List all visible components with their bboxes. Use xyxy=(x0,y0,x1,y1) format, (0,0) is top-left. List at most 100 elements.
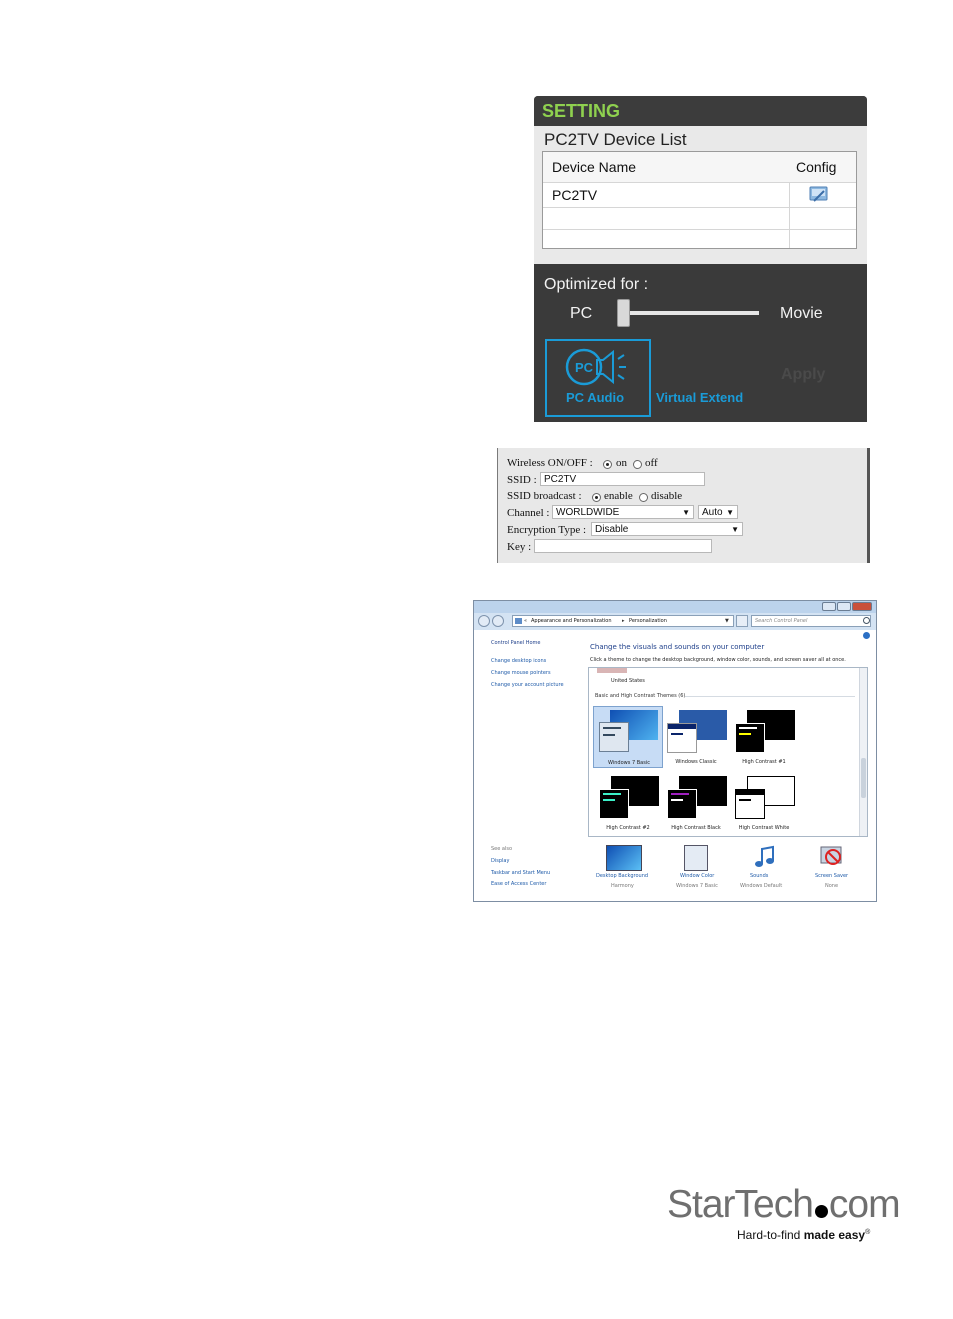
desktop-background-subtitle: Harmony xyxy=(611,883,634,889)
left-nav-pane: Control Panel Home Change desktop icons … xyxy=(474,630,586,901)
channel-select[interactable]: Auto ▼ xyxy=(698,505,738,519)
slider-left-label: PC xyxy=(570,305,593,322)
chevron-down-icon: ▼ xyxy=(731,525,739,534)
minimize-button[interactable] xyxy=(822,602,836,611)
virtual-extend-button[interactable]: Virtual Extend xyxy=(656,390,743,405)
table-row[interactable]: PC2TV xyxy=(543,182,856,208)
control-panel-home-link[interactable]: Control Panel Home xyxy=(491,640,541,646)
ssid-broadcast-label: SSID broadcast : xyxy=(507,490,582,502)
column-header-config: Config xyxy=(796,159,837,175)
page-heading: Change the visuals and sounds on your co… xyxy=(590,643,765,651)
address-toolbar: « Appearance and Personalization ▸ Perso… xyxy=(474,613,876,630)
control-panel-icon xyxy=(515,618,522,624)
breadcrumb-appearance[interactable]: Appearance and Personalization xyxy=(531,618,612,624)
help-icon[interactable] xyxy=(863,632,870,639)
theme-high-contrast-white[interactable]: High Contrast White xyxy=(729,772,799,834)
startech-logo: StarTech com xyxy=(667,1183,901,1227)
partial-theme-thumbnail[interactable] xyxy=(597,668,627,673)
breadcrumb-separator: ▸ xyxy=(622,618,625,624)
pc2tv-setting-panel: SETTING PC2TV Device List Device Name Co… xyxy=(534,96,867,422)
theme-name: High Contrast #2 xyxy=(606,825,650,831)
sounds-button[interactable]: Sounds Windows Default xyxy=(736,843,796,891)
wireless-off-radio[interactable] xyxy=(633,460,642,469)
window-color-button[interactable]: Window Color Windows 7 Basic xyxy=(668,843,728,891)
close-button[interactable] xyxy=(852,602,872,611)
desktop-background-button[interactable]: Desktop Background Harmony xyxy=(592,843,656,891)
theme-high-contrast-black[interactable]: High Contrast Black xyxy=(661,772,731,834)
table-row[interactable] xyxy=(543,207,856,230)
breadcrumb-personalization[interactable]: Personalization xyxy=(629,618,667,624)
encryption-type-value: Disable xyxy=(595,524,629,535)
screen-saver-icon xyxy=(820,845,846,869)
optimize-slider-track[interactable] xyxy=(618,311,759,315)
partial-theme-label: United States xyxy=(611,678,645,684)
channel-label: Channel : xyxy=(507,507,550,519)
window-titlebar xyxy=(474,601,876,613)
search-input[interactable]: Search Control Panel xyxy=(751,615,871,627)
breadcrumb-prefix: « xyxy=(524,618,528,624)
personalization-window: « Appearance and Personalization ▸ Perso… xyxy=(473,600,877,902)
speaker-icon: PC xyxy=(561,347,635,387)
pc-audio-button[interactable]: PC xyxy=(545,339,651,417)
address-dropdown-icon[interactable]: ▼ xyxy=(725,618,729,624)
display-link[interactable]: Display xyxy=(491,858,509,864)
screen-saver-button[interactable]: Screen Saver None xyxy=(806,843,866,891)
broadcast-disable-label: disable xyxy=(651,490,683,502)
ssid-input[interactable]: PC2TV xyxy=(540,472,705,486)
setting-header: SETTING xyxy=(534,96,867,126)
encryption-type-label: Encryption Type : xyxy=(507,524,587,536)
broadcast-enable-label: enable xyxy=(604,490,633,502)
forward-button[interactable] xyxy=(492,615,504,627)
back-button[interactable] xyxy=(478,615,490,627)
broadcast-disable-radio[interactable] xyxy=(639,493,648,502)
key-input[interactable] xyxy=(534,539,712,553)
optimize-slider-thumb[interactable] xyxy=(617,299,630,327)
search-icon[interactable] xyxy=(863,617,870,624)
theme-windows-classic[interactable]: Windows Classic xyxy=(661,706,731,768)
channel-region-value: WORLDWIDE xyxy=(556,507,620,518)
refresh-icon[interactable] xyxy=(736,615,748,627)
device-list-title: PC2TV Device List xyxy=(544,130,687,149)
logo-left-text: StarTech xyxy=(667,1183,814,1226)
wireless-on-label: on xyxy=(616,457,627,469)
key-label: Key : xyxy=(507,541,532,553)
chevron-down-icon: ▼ xyxy=(682,508,690,517)
channel-region-select[interactable]: WORLDWIDE ▼ xyxy=(552,505,694,519)
broadcast-enable-radio[interactable] xyxy=(592,493,601,502)
change-desktop-icons-link[interactable]: Change desktop icons xyxy=(491,658,546,664)
taskbar-start-menu-link[interactable]: Taskbar and Start Menu xyxy=(491,870,550,876)
ssid-label: SSID : xyxy=(507,474,537,486)
theme-windows-7-basic[interactable]: Windows 7 Basic xyxy=(593,706,663,768)
column-header-device-name: Device Name xyxy=(552,159,637,175)
theme-name: High Contrast Black xyxy=(671,825,721,831)
logo-dot xyxy=(814,1205,828,1218)
window-color-icon xyxy=(684,845,708,871)
theme-high-contrast-2[interactable]: High Contrast #2 xyxy=(593,772,663,834)
theme-high-contrast-1[interactable]: High Contrast #1 xyxy=(729,706,799,768)
address-bar[interactable]: « Appearance and Personalization ▸ Perso… xyxy=(512,615,734,627)
ease-of-access-link[interactable]: Ease of Access Center xyxy=(491,881,546,887)
device-name-cell: PC2TV xyxy=(552,187,598,203)
sounds-subtitle: Windows Default xyxy=(740,883,783,889)
apply-button[interactable]: Apply xyxy=(781,366,825,384)
table-row[interactable] xyxy=(543,229,856,248)
config-icon[interactable] xyxy=(808,185,830,203)
wireless-on-radio[interactable] xyxy=(603,460,612,469)
theme-name: Windows Classic xyxy=(675,759,717,765)
slider-right-label: Movie xyxy=(780,305,823,322)
change-account-picture-link[interactable]: Change your account picture xyxy=(491,682,564,688)
see-also-heading: See also xyxy=(491,846,513,852)
wireless-on-off-label: Wireless ON/OFF : xyxy=(507,457,593,469)
encryption-type-select[interactable]: Disable ▼ xyxy=(591,522,743,536)
maximize-button[interactable] xyxy=(837,602,851,611)
theme-name: High Contrast #1 xyxy=(742,759,786,765)
section-divider xyxy=(685,696,855,697)
scrollbar-thumb[interactable] xyxy=(861,758,866,798)
page-description: Click a theme to change the desktop back… xyxy=(590,657,846,663)
music-notes-icon xyxy=(752,845,778,869)
tagline-regular: Hard-to-find xyxy=(737,1228,801,1242)
registered-mark: ® xyxy=(865,1229,871,1236)
setting-header-title: SETTING xyxy=(542,101,621,121)
gallery-scrollbar[interactable] xyxy=(859,668,867,836)
change-mouse-pointers-link[interactable]: Change mouse pointers xyxy=(491,670,551,676)
